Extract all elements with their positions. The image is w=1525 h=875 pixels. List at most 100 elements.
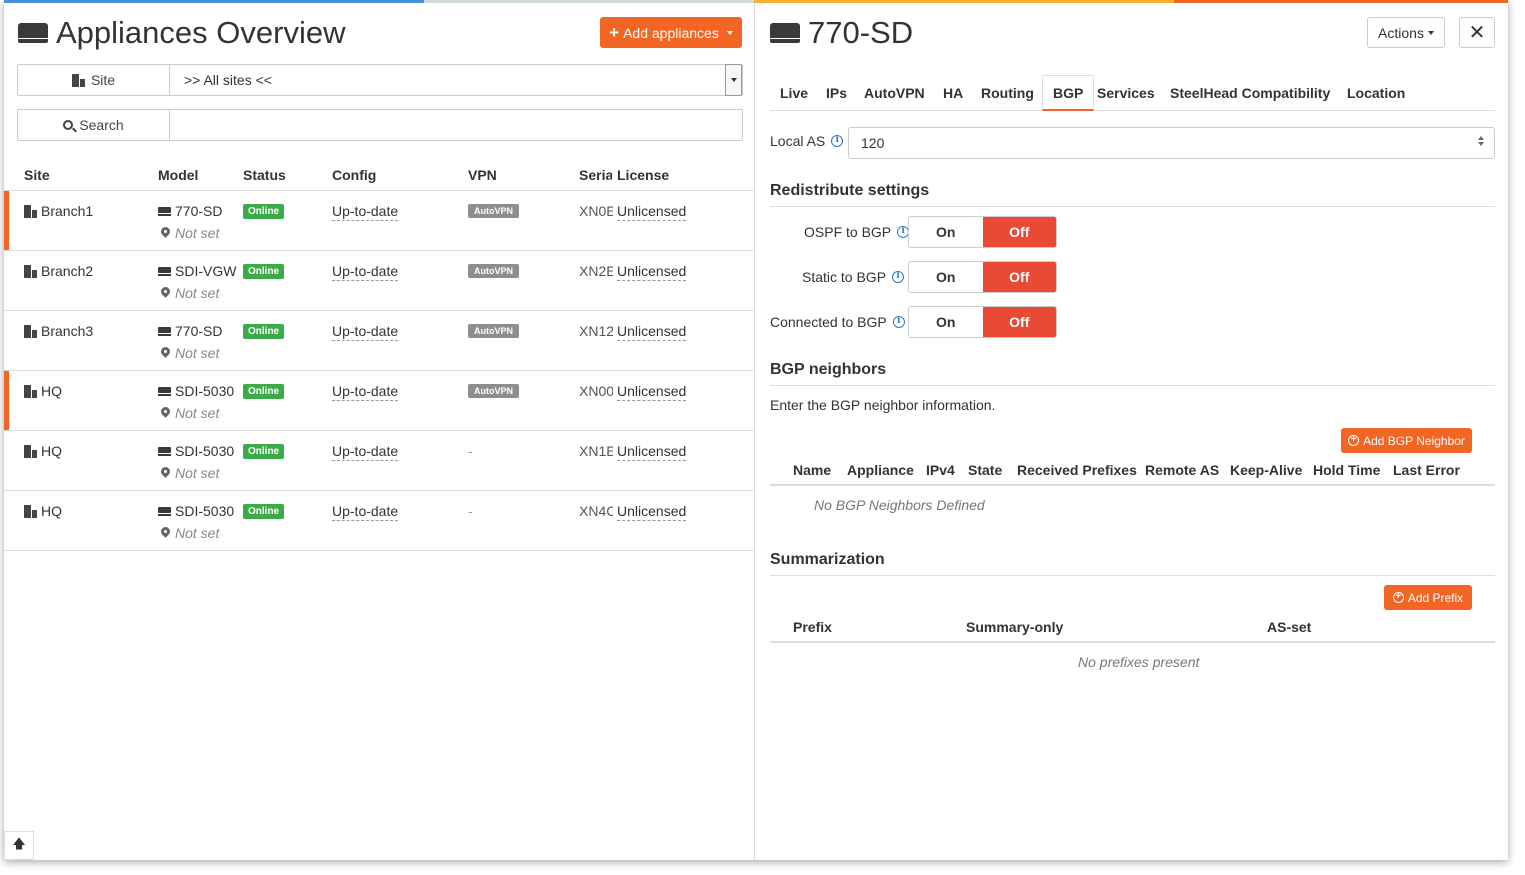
row-config[interactable]: Up-to-date	[332, 503, 399, 521]
select-arrow-icon[interactable]	[725, 64, 742, 96]
tab-steelhead-compatibility[interactable]: SteelHead Compatibility	[1170, 75, 1330, 111]
tab-routing[interactable]: Routing	[981, 75, 1034, 111]
table-row[interactable]: Branch1 770-SD Not set Online Up-to-date Auto…	[4, 191, 755, 251]
actions-button[interactable]: Actions	[1367, 17, 1445, 48]
status-badge: Online	[243, 324, 285, 339]
col-last-error: Last Error	[1393, 462, 1460, 478]
row-license-text: Unlicensed	[617, 383, 687, 401]
site-filter-label-text: Site	[90, 72, 116, 88]
tab-ha[interactable]: HA	[943, 75, 963, 111]
row-site[interactable]: Branch3	[24, 323, 93, 339]
table-row[interactable]: HQ SDI-5030 Not set Online Up-to-date - XN4C Un…	[4, 491, 755, 551]
site-filter-label: Site	[18, 65, 170, 95]
tab-services[interactable]: Services	[1097, 75, 1155, 111]
table-row[interactable]: Branch2 SDI-VGW Not set Online Up-to-date Aut…	[4, 251, 755, 311]
row-site[interactable]: HQ	[24, 383, 62, 399]
table-row[interactable]: HQ SDI-5030 Not set Online Up-to-date - XN1E Un…	[4, 431, 755, 491]
connected-to-bgp-off[interactable]: Off	[982, 307, 1056, 337]
row-config-text: Up-to-date	[332, 503, 399, 521]
appliance-icon	[158, 207, 171, 216]
col-vpn[interactable]: VPN	[468, 167, 497, 183]
info-icon[interactable]: i	[892, 271, 905, 283]
row-config[interactable]: Up-to-date	[332, 323, 399, 341]
row-site[interactable]: Branch2	[24, 263, 93, 279]
row-serial: XN0E	[579, 203, 613, 219]
tab-bgp[interactable]: BGP	[1042, 75, 1095, 111]
connected-to-bgp-label: Connected to BGP i	[770, 314, 905, 330]
row-location: Not set	[161, 345, 219, 361]
row-license[interactable]: Unlicensed	[617, 263, 687, 281]
row-config[interactable]: Up-to-date	[332, 443, 399, 461]
caret-down-icon	[1427, 30, 1434, 35]
appliance-icon	[770, 23, 800, 43]
tab-location[interactable]: Location	[1347, 75, 1405, 111]
row-license[interactable]: Unlicensed	[617, 323, 687, 341]
number-spinner-icon[interactable]	[1478, 136, 1484, 146]
col-model[interactable]: Model	[158, 167, 198, 183]
ospf-to-bgp-on[interactable]: On	[909, 217, 983, 247]
col-license[interactable]: License	[617, 167, 669, 183]
row-license[interactable]: Unlicensed	[617, 443, 687, 461]
row-model-text: SDI-5030	[175, 443, 235, 459]
summarization-heading: Summarization	[770, 551, 1495, 576]
ospf-to-bgp-off[interactable]: Off	[982, 217, 1056, 247]
site-select[interactable]: >> All sites <<	[170, 64, 742, 96]
row-site[interactable]: HQ	[24, 443, 62, 459]
row-site-text: HQ	[41, 383, 62, 399]
vpn-badge: AutoVPN	[468, 264, 519, 278]
map-pin-icon	[161, 467, 170, 479]
row-license[interactable]: Unlicensed	[617, 203, 687, 221]
row-config-text: Up-to-date	[332, 383, 399, 401]
local-as-input[interactable]: 120	[848, 127, 1495, 159]
close-button[interactable]: ✕	[1459, 17, 1495, 48]
row-license[interactable]: Unlicensed	[617, 503, 687, 521]
no-prefixes-message: No prefixes present	[1078, 654, 1200, 670]
add-appliances-button[interactable]: + Add appliances	[600, 17, 742, 48]
search-input[interactable]	[170, 110, 742, 140]
col-received-prefixes: Received Prefixes	[1017, 462, 1137, 478]
tab-autovpn[interactable]: AutoVPN	[864, 75, 925, 111]
col-serial[interactable]: Serial	[579, 167, 612, 183]
col-remote-as: Remote AS	[1145, 462, 1220, 478]
add-prefix-button[interactable]: + Add Prefix	[1384, 585, 1472, 610]
row-license[interactable]: Unlicensed	[617, 383, 687, 401]
ospf-to-bgp-toggle: On Off	[908, 216, 1057, 248]
row-vpn: AutoVPN	[468, 264, 519, 278]
local-as-value: 120	[861, 135, 885, 151]
col-status[interactable]: Status	[243, 167, 286, 183]
info-icon[interactable]: i	[831, 135, 844, 147]
col-prefix: Prefix	[793, 619, 832, 635]
static-to-bgp-off[interactable]: Off	[982, 262, 1056, 292]
col-hold-time: Hold Time	[1313, 462, 1381, 478]
close-icon: ✕	[1468, 22, 1486, 44]
selected-row-marker	[4, 371, 9, 430]
col-site[interactable]: Site	[24, 167, 50, 183]
row-model-text: SDI-5030	[175, 383, 235, 399]
row-config[interactable]: Up-to-date	[332, 203, 399, 221]
row-site-text: Branch1	[41, 203, 94, 219]
connected-to-bgp-on[interactable]: On	[909, 307, 983, 337]
scroll-to-top-button[interactable]: 🡅	[4, 831, 34, 860]
table-row[interactable]: Branch3 770-SD Not set Online Up-to-date Auto…	[4, 311, 755, 371]
tab-ips[interactable]: IPs	[826, 75, 847, 111]
row-location: Not set	[161, 405, 219, 421]
add-bgp-neighbor-button[interactable]: + Add BGP Neighbor	[1341, 428, 1472, 453]
detail-tabs: Live IPs AutoVPN HA Routing BGP Services…	[770, 75, 1495, 111]
building-icon	[24, 324, 37, 338]
row-serial: XN12	[579, 323, 613, 339]
row-status: Online	[243, 504, 285, 519]
tab-live[interactable]: Live	[780, 75, 808, 111]
table-row[interactable]: HQ SDI-5030 Not set Online Up-to-date AutoVPN…	[4, 371, 755, 431]
detail-title: 770-SD	[770, 15, 913, 51]
row-config[interactable]: Up-to-date	[332, 383, 399, 401]
info-icon[interactable]: i	[892, 316, 905, 328]
row-config[interactable]: Up-to-date	[332, 263, 399, 281]
row-config-text: Up-to-date	[332, 263, 399, 281]
row-site-text: HQ	[41, 443, 62, 459]
col-keep-alive: Keep-Alive	[1230, 462, 1303, 478]
row-site[interactable]: HQ	[24, 503, 62, 519]
col-config[interactable]: Config	[332, 167, 376, 183]
static-to-bgp-on[interactable]: On	[909, 262, 983, 292]
actions-label: Actions	[1378, 24, 1424, 41]
row-site[interactable]: Branch1	[24, 203, 93, 219]
